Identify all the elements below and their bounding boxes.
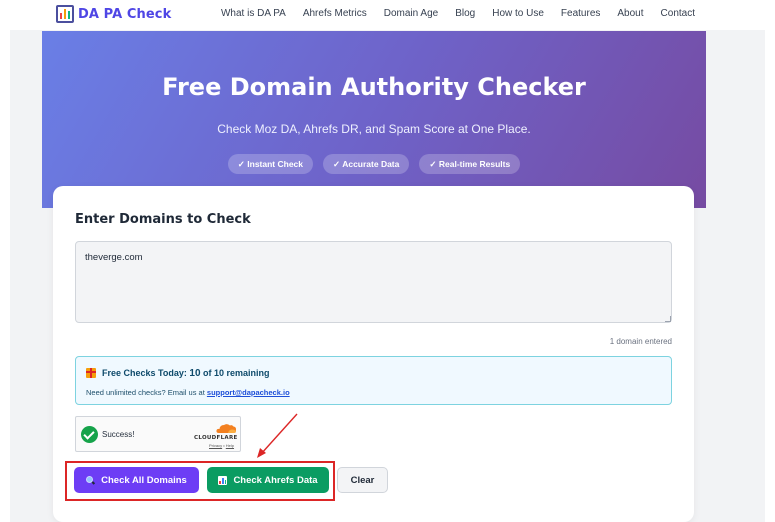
check-all-domains-button[interactable]: Check All Domains <box>74 467 199 493</box>
nav-link-domain-age[interactable]: Domain Age <box>384 8 438 19</box>
unlimited-note-text: Need unlimited checks? Email us at <box>86 388 205 397</box>
left-gutter <box>0 30 10 522</box>
free-checks-count: 10 <box>189 368 201 379</box>
success-check-icon <box>81 426 98 443</box>
nav-link-contact[interactable]: Contact <box>661 8 695 19</box>
cloudflare-wordmark: CLOUDFLARE <box>194 435 238 441</box>
site-logo[interactable]: DA PA Check <box>56 5 171 23</box>
top-nav: DA PA Check What is DA PA Ahrefs Metrics… <box>0 0 775 30</box>
form-title: Enter Domains to Check <box>75 212 251 227</box>
unlimited-note: Need unlimited checks? Email us at suppo… <box>86 388 290 397</box>
domain-input[interactable] <box>75 241 672 323</box>
nav-links: What is DA PA Ahrefs Metrics Domain Age … <box>204 8 695 19</box>
free-checks-title: Free Checks Today: <box>102 368 187 378</box>
cloudflare-turnstile[interactable]: Success! CLOUDFLARE Privacy • Help <box>75 416 241 452</box>
gift-icon <box>86 368 96 378</box>
hero-banner: Free Domain Authority Checker Check Moz … <box>42 31 706 208</box>
hero-subtitle: Check Moz DA, Ahrefs DR, and Spam Score … <box>217 122 531 136</box>
clear-button[interactable]: Clear <box>337 467 388 493</box>
pill-real-time-results: ✓ Real-time Results <box>419 154 521 174</box>
check-ahrefs-data-label: Check Ahrefs Data <box>233 474 318 486</box>
page: DA PA Check What is DA PA Ahrefs Metrics… <box>0 0 775 522</box>
cloudflare-cloud-icon <box>216 424 237 433</box>
captcha-link-separator: • <box>223 443 225 448</box>
bar-chart-icon <box>218 475 228 485</box>
nav-link-what-is-da-pa[interactable]: What is DA PA <box>221 8 286 19</box>
free-checks-suffix: of 10 remaining <box>203 368 270 378</box>
check-all-domains-label: Check All Domains <box>101 474 187 486</box>
hero-title: Free Domain Authority Checker <box>162 73 586 101</box>
right-gutter <box>765 30 775 522</box>
nav-link-blog[interactable]: Blog <box>455 8 475 19</box>
captcha-help-link[interactable]: Help <box>226 443 234 448</box>
nav-link-how-to-use[interactable]: How to Use <box>492 8 544 19</box>
pill-instant-check: ✓ Instant Check <box>227 154 314 174</box>
support-email-link[interactable]: support@dapacheck.io <box>207 388 290 397</box>
captcha-links: Privacy • Help <box>209 443 234 448</box>
captcha-privacy-link[interactable]: Privacy <box>209 443 222 448</box>
check-ahrefs-data-button[interactable]: Check Ahrefs Data <box>207 467 329 493</box>
pill-accurate-data: ✓ Accurate Data <box>323 154 410 174</box>
free-checks-label: Free Checks Today: 10 of 10 remaining <box>102 368 270 379</box>
free-checks-notice: Free Checks Today: 10 of 10 remaining Ne… <box>75 356 672 405</box>
nav-link-features[interactable]: Features <box>561 8 600 19</box>
resize-handle[interactable] <box>665 316 671 322</box>
magnifier-icon <box>86 475 95 485</box>
logo-text: DA PA Check <box>78 6 172 22</box>
feature-pills: ✓ Instant Check ✓ Accurate Data ✓ Real-t… <box>42 154 706 174</box>
bar-chart-icon <box>56 5 74 23</box>
captcha-status: Success! <box>102 430 135 439</box>
nav-link-ahrefs-metrics[interactable]: Ahrefs Metrics <box>303 8 367 19</box>
domain-count: 1 domain entered <box>609 337 672 346</box>
nav-link-about[interactable]: About <box>617 8 643 19</box>
